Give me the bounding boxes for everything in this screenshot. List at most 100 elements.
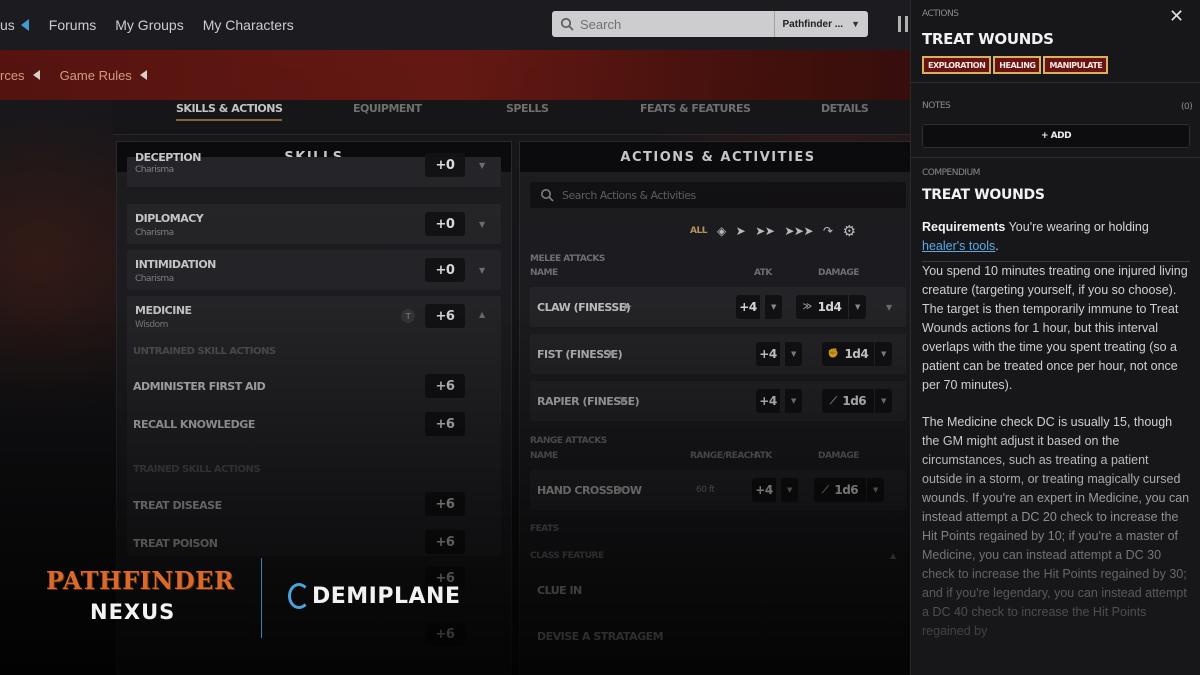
skill-action-name[interactable]: ADMINISTER FIRST AID <box>133 380 266 393</box>
damage-value: 1d4 <box>817 300 842 314</box>
skill-action-name[interactable]: TREAT DISEASE <box>133 499 222 512</box>
gear-icon[interactable]: ⚙ <box>843 222 856 240</box>
trait-badge[interactable]: EXPLORATION <box>922 56 992 74</box>
attack-row[interactable]: CLAW (FINESSE) ➤ +4 ▼ ≫ 1d4 ▼ ▼ <box>530 287 906 327</box>
trait-badge[interactable]: HEALING <box>993 56 1042 74</box>
attack-name: CLAW (FINESSE) <box>537 301 631 314</box>
chevron-down-icon[interactable]: ▼ <box>784 389 802 413</box>
section-label: TRAINED SKILL ACTIONS <box>133 464 261 475</box>
chevron-down-icon[interactable]: ▼ <box>886 303 892 312</box>
attack-bonus[interactable]: +4 <box>756 389 780 413</box>
column-header: RANGE/REACH <box>690 451 757 461</box>
two-actions-icon[interactable]: ➤➤ <box>755 224 775 238</box>
divider <box>911 82 1200 83</box>
damage-roll[interactable]: ≫ 1d4 <box>796 295 848 319</box>
column-header: ATK <box>754 451 772 461</box>
skill-row-expanded[interactable]: MEDICINE Wisdom T +6 ▲ UNTRAINED SKILL A… <box>127 296 501 556</box>
chevron-down-icon[interactable]: ▼ <box>866 478 884 502</box>
damage-roll[interactable]: ⟋ 1d6 <box>822 389 874 413</box>
chevron-up-icon[interactable]: ▲ <box>890 551 896 560</box>
damage-roll[interactable]: ✊ 1d4 <box>822 342 874 366</box>
nav-forums[interactable]: Forums <box>49 17 96 33</box>
skill-ability: Wisdom <box>135 320 168 330</box>
skill-ability: Charisma <box>135 165 174 175</box>
chevron-down-icon[interactable]: ▼ <box>874 342 892 366</box>
tab-spells[interactable]: SPELLS <box>506 102 549 115</box>
filter-all[interactable]: ALL <box>690 226 707 236</box>
attack-row[interactable]: RAPIER (FINESSE) ➤ +4 ▼ ⟋ 1d6 ▼ <box>530 381 906 421</box>
collapse-arrow-icon[interactable] <box>139 70 147 80</box>
section-label: FEATS <box>530 524 559 534</box>
chevron-down-icon[interactable]: ▼ <box>780 478 798 502</box>
attack-row[interactable]: FIST (FINESSE) ➤ +4 ▼ ✊ 1d4 ▼ <box>530 334 906 374</box>
column-header: DAMAGE <box>818 268 859 278</box>
attack-bonus[interactable]: +4 <box>736 295 760 319</box>
skill-action-modifier[interactable]: +6 <box>425 374 465 398</box>
healers-tools-link[interactable]: healer's tools <box>922 239 995 253</box>
three-actions-icon[interactable]: ➤➤➤ <box>784 224 813 238</box>
requirements-label: Requirements <box>922 220 1006 234</box>
attack-row[interactable]: HAND CROSSBOW ➤ 60 ft +4 ▼ ⟋ 1d6 ▼ <box>530 470 906 510</box>
sword-icon: ⟋ <box>821 484 829 496</box>
skill-modifier[interactable]: +6 <box>425 304 465 328</box>
requirements-text: Requirements You're wearing or holding h… <box>922 218 1190 256</box>
skill-action-modifier[interactable]: +6 <box>425 492 465 516</box>
nav-item-truncated[interactable]: us <box>0 17 29 33</box>
search-input[interactable]: Search <box>580 17 774 32</box>
tab-equipment[interactable]: EQUIPMENT <box>353 102 422 115</box>
skill-row[interactable]: DIPLOMACY Charisma +0 ▼ <box>127 204 501 244</box>
chevron-down-icon[interactable]: ▼ <box>848 295 866 319</box>
subnav-resources[interactable]: rces <box>0 68 40 83</box>
divider <box>911 157 1200 158</box>
chevron-down-icon[interactable]: ▼ <box>784 342 802 366</box>
column-header: ATK <box>754 268 772 278</box>
chevron-down-icon[interactable]: ▼ <box>479 161 485 170</box>
tab-skills-actions[interactable]: SKILLS & ACTIONS <box>176 102 283 121</box>
skill-row[interactable]: INTIMIDATION Charisma +0 ▼ <box>127 250 501 290</box>
range-value: 60 ft <box>696 485 715 495</box>
section-label: MELEE ATTACKS <box>530 254 605 264</box>
skill-name: DECEPTION <box>135 151 201 164</box>
collapse-arrow-icon[interactable] <box>20 19 29 31</box>
nav-my-groups[interactable]: My Groups <box>115 17 183 33</box>
reaction-icon[interactable]: ↷ <box>823 224 833 238</box>
one-action-icon[interactable]: ➤ <box>736 224 746 238</box>
search-scope-select[interactable]: Pathfinder ... <box>783 19 844 30</box>
collapse-arrow-icon[interactable] <box>32 70 40 80</box>
close-icon[interactable]: ✕ <box>1169 6 1184 27</box>
add-note-button[interactable]: + ADD <box>922 124 1190 148</box>
skill-action-modifier[interactable]: +6 <box>425 412 465 436</box>
action-filter-row: ALL ◈ ➤ ➤➤ ➤➤➤ ↷ ⚙ <box>690 222 856 240</box>
chevron-up-icon[interactable]: ▲ <box>479 310 485 319</box>
tab-details[interactable]: DETAILS <box>821 102 869 115</box>
damage-roll[interactable]: ⟋ 1d6 <box>814 478 866 502</box>
global-search[interactable]: Search Pathfinder ... ▼ <box>552 11 868 37</box>
feat-name[interactable]: CLUE IN <box>537 584 582 597</box>
chevron-down-icon[interactable]: ▼ <box>874 389 892 413</box>
skill-action-name[interactable]: RECALL KNOWLEDGE <box>133 418 255 431</box>
actions-search-input[interactable]: Search Actions & Activities <box>530 182 906 208</box>
one-action-icon: ➤ <box>606 346 616 360</box>
attack-bonus[interactable]: +4 <box>752 478 776 502</box>
trait-badge[interactable]: MANIPULATE <box>1043 56 1109 74</box>
tab-feats-features[interactable]: FEATS & FEATURES <box>640 102 751 115</box>
nav-my-characters[interactable]: My Characters <box>203 17 294 33</box>
skill-name: DIPLOMACY <box>135 212 204 225</box>
skill-action-modifier[interactable]: +6 <box>425 530 465 554</box>
skill-modifier[interactable]: +0 <box>425 153 465 177</box>
skill-action-name[interactable]: TREAT POISON <box>133 537 218 550</box>
feat-name[interactable]: DEVISE A STRATAGEM <box>537 630 664 643</box>
free-action-icon[interactable]: ◈ <box>717 224 726 238</box>
attack-bonus[interactable]: +4 <box>756 342 780 366</box>
chevron-down-icon[interactable]: ▼ <box>479 220 485 229</box>
chevron-down-icon[interactable]: ▼ <box>851 19 860 29</box>
skill-modifier[interactable]: +0 <box>425 258 465 282</box>
menu-icon[interactable] <box>898 16 908 32</box>
chevron-down-icon[interactable]: ▼ <box>479 266 485 275</box>
chevron-down-icon[interactable]: ▼ <box>764 295 782 319</box>
skill-action-modifier[interactable]: +6 <box>425 622 465 646</box>
one-action-icon: ➤ <box>616 482 626 496</box>
skill-row[interactable]: DECEPTION Charisma +0 ▼ <box>127 151 501 187</box>
subnav-game-rules[interactable]: Game Rules <box>60 68 147 83</box>
skill-modifier[interactable]: +0 <box>425 212 465 236</box>
